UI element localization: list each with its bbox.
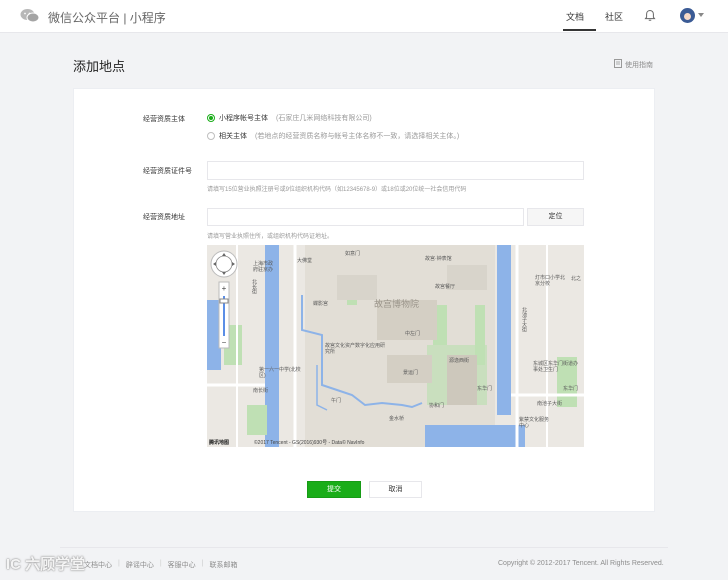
map-copyright: ©2017 Tencent - GS(2016)930号 - Data© Nav… xyxy=(254,440,365,446)
footer-divider xyxy=(60,547,668,548)
map-label: 东城区东华门街道办事处卫生门 xyxy=(533,361,579,373)
footer-copyright: Copyright © 2012-2017 Tencent. All Right… xyxy=(498,560,664,567)
map-label: 中左门 xyxy=(405,331,421,337)
cancel-button[interactable]: 取消 xyxy=(369,481,422,498)
map-label: 源逸西街 xyxy=(449,358,470,364)
guide-link-label: 使用指南 xyxy=(625,61,653,69)
map-label-main: 故宫博物院 xyxy=(374,299,420,309)
nav-docs[interactable]: 文档 xyxy=(566,10,584,23)
avatar-face xyxy=(684,13,691,20)
guide-link[interactable]: 使用指南 xyxy=(614,59,653,70)
entity-option-related-label: 相关主体 xyxy=(219,133,247,140)
map-label: 蝶影宫 xyxy=(313,301,329,307)
radio-unchecked-icon[interactable] xyxy=(207,132,215,140)
map-view[interactable]: 大佛堂 如意门 故宫·钟表馆 故宫餐厅 故宫博物院 上海市政府驻京办 北长街 南… xyxy=(207,245,584,447)
address-hint: 请填写营业执照住所，或组织机构代码证地址。 xyxy=(207,234,334,240)
active-nav-indicator xyxy=(563,29,596,31)
document-icon xyxy=(614,59,622,70)
entity-option-account-note: (石家庄几米网络科技有限公司) xyxy=(276,115,372,122)
map-label: 东华门 xyxy=(563,386,579,392)
map-label: 故宫·钟表馆 xyxy=(425,256,452,262)
map-label: 紫禁文化服务中心 xyxy=(519,417,550,429)
footer-link[interactable]: 联系邮箱 xyxy=(209,560,237,570)
map-label: 如意门 xyxy=(345,251,361,257)
entity-option-related-note: (若地点的经营资质名称与帐号主体名称不一致，请选择相关主体。) xyxy=(255,133,460,140)
map-label: 大佛堂 xyxy=(297,258,313,264)
map-brand: 腾讯地图 xyxy=(209,440,230,446)
locate-button[interactable]: 定位 xyxy=(527,208,584,226)
chevron-down-icon[interactable] xyxy=(698,13,704,17)
svg-text:+: + xyxy=(222,284,227,293)
address-label: 经营资质地址 xyxy=(143,214,185,221)
map-label: 故宫文化资产数字化应用研究所 xyxy=(325,343,386,355)
footer-link[interactable]: 辟谣中心 xyxy=(126,560,154,570)
page-title: 添加地点 xyxy=(73,59,126,74)
map-label: 协和门 xyxy=(429,403,445,409)
wechat-logo-icon[interactable] xyxy=(20,8,40,28)
footer-separator: | xyxy=(201,560,204,567)
footer-links: 文档中心 | 辟谣中心 | 客服中心 | 联系邮箱 xyxy=(84,560,237,570)
brand-title[interactable]: 微信公众平台 | 小程序 xyxy=(48,9,166,26)
map-label: 北之 xyxy=(571,276,582,282)
license-label: 经营资质证件号 xyxy=(143,168,192,175)
map-label: 第一六一中学(北校区) xyxy=(259,367,301,379)
bell-icon[interactable] xyxy=(644,9,656,27)
map-label: 金水桥 xyxy=(389,416,405,422)
svg-text:−: − xyxy=(222,338,227,347)
footer-link[interactable]: 客服中心 xyxy=(168,560,196,570)
map-label: 北长街 xyxy=(251,279,257,294)
entity-option-account[interactable]: 小程序帐号主体 (石家庄几米网络科技有限公司) xyxy=(207,113,372,123)
watermark: IC 六顾学堂 xyxy=(6,556,86,573)
entity-option-account-label: 小程序帐号主体 xyxy=(219,115,268,122)
address-input[interactable] xyxy=(207,208,524,226)
footer-separator: | xyxy=(118,560,120,567)
map-label: 北池子大街 xyxy=(521,307,527,332)
map-label: 南长街 xyxy=(253,388,269,394)
avatar[interactable] xyxy=(680,8,695,23)
map-label: 午门 xyxy=(331,398,342,404)
map-label: 景运门 xyxy=(403,370,419,376)
map-label: 故宫餐厅 xyxy=(435,284,456,290)
footer-link[interactable]: 文档中心 xyxy=(84,560,112,570)
license-hint: 请填写15位营业执照注册号或9位组织机构代码（如12345678-9）或18位或… xyxy=(207,187,467,193)
top-header: 微信公众平台 | 小程序 文档 社区 xyxy=(0,0,728,33)
map-label: 南池子大街 xyxy=(537,401,563,407)
map-label: 东华门 xyxy=(477,386,493,392)
entity-label: 经营资质主体 xyxy=(143,116,185,123)
entity-option-related[interactable]: 相关主体 (若地点的经营资质名称与帐号主体名称不一致，请选择相关主体。) xyxy=(207,131,459,141)
license-number-input[interactable] xyxy=(207,161,584,180)
map-label: 上海市政府驻京办 xyxy=(253,261,274,273)
radio-checked-icon[interactable] xyxy=(207,114,215,122)
submit-button[interactable]: 提交 xyxy=(307,481,361,498)
map-label: 灯市口小学北京分校 xyxy=(535,275,566,287)
nav-community[interactable]: 社区 xyxy=(605,10,623,23)
footer-separator: | xyxy=(159,560,162,567)
